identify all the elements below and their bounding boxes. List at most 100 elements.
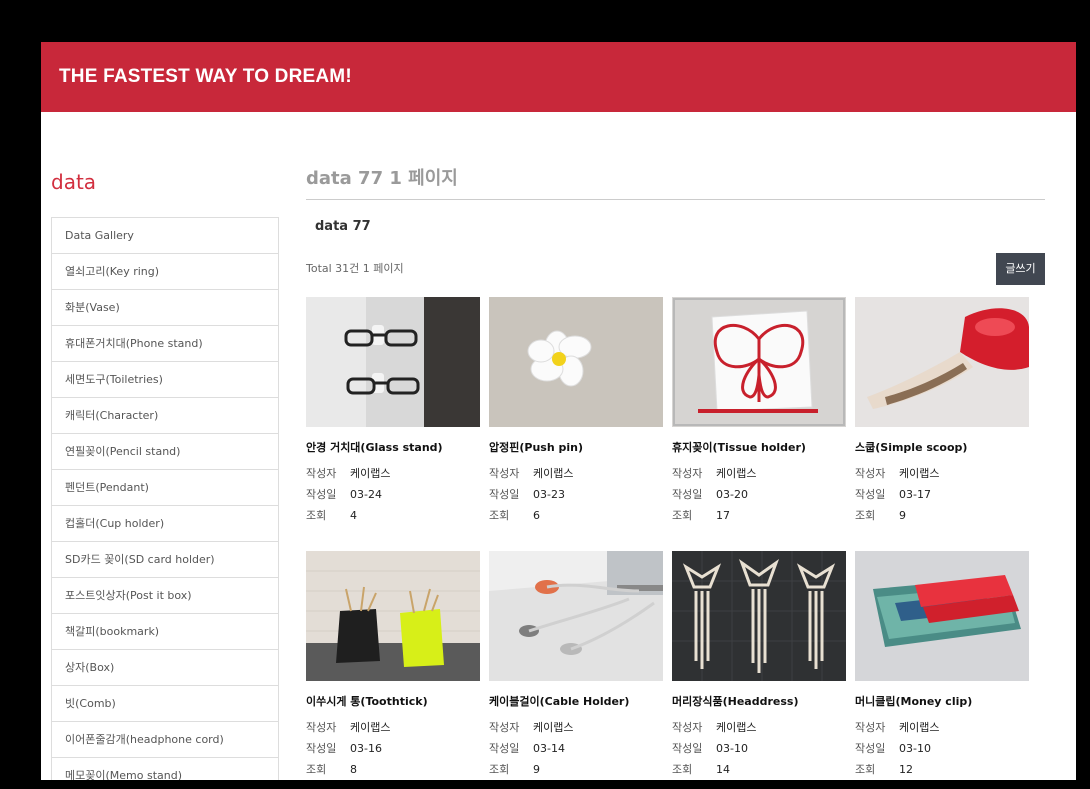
- views-row: 조회 12: [855, 761, 913, 777]
- sidebar-item-pendant[interactable]: 펜던트(Pendant): [52, 470, 278, 506]
- sidebar-item-phone-stand[interactable]: 휴대폰거치대(Phone stand): [52, 326, 278, 362]
- views-row: 조회 14: [672, 761, 730, 777]
- author-row: 작성자 케이랩스: [672, 719, 756, 735]
- views-label: 조회: [855, 763, 876, 776]
- views-row: 조회 8: [306, 761, 357, 777]
- views-label: 조회: [306, 509, 327, 522]
- heading-divider: [306, 199, 1045, 200]
- main-content: data 77 1 페이지 data 77 Total 31건 1 페이지 글쓰…: [306, 42, 1045, 780]
- sidebar-title: data: [51, 170, 97, 194]
- author-label: 작성자: [672, 721, 703, 734]
- date-label: 작성일: [672, 488, 703, 501]
- author-label: 작성자: [855, 467, 886, 480]
- sidebar-item-post-it-box[interactable]: 포스트잇상자(Post it box): [52, 578, 278, 614]
- screen-frame: THE FASTEST WAY TO DREAM! data Data Gall…: [8, 8, 1082, 780]
- sidebar-menu: Data Gallery 열쇠고리(Key ring) 화분(Vase) 휴대폰…: [51, 217, 279, 780]
- thumbnail-push-pin[interactable]: [489, 297, 663, 427]
- author-row: 작성자 케이랩스: [855, 465, 939, 481]
- sidebar-item-data-gallery[interactable]: Data Gallery: [52, 218, 278, 254]
- views-row: 조회 17: [672, 507, 730, 523]
- thumbnail-toothpick-holder[interactable]: [306, 551, 480, 681]
- date-row: 작성일 03-24: [306, 486, 382, 502]
- post-title[interactable]: 스쿱(Simple scoop): [855, 439, 1035, 455]
- sidebar-item-key-ring[interactable]: 열쇠고리(Key ring): [52, 254, 278, 290]
- author-row: 작성자 케이랩스: [672, 465, 756, 481]
- author-value[interactable]: 케이랩스: [533, 721, 573, 734]
- sidebar-item-sd-card-holder[interactable]: SD카드 꽂이(SD card holder): [52, 542, 278, 578]
- author-label: 작성자: [306, 721, 337, 734]
- thumbnail-cable-holder[interactable]: [489, 551, 663, 681]
- date-row: 작성일 03-17: [855, 486, 931, 502]
- author-label: 작성자: [489, 721, 520, 734]
- total-count: Total 31건 1 페이지: [306, 262, 404, 275]
- post-title[interactable]: 압정핀(Push pin): [489, 439, 669, 455]
- views-row: 조회 4: [306, 507, 357, 523]
- sidebar-item-toiletries[interactable]: 세면도구(Toiletries): [52, 362, 278, 398]
- date-value: 03-16: [350, 742, 382, 755]
- views-label: 조회: [672, 509, 693, 522]
- post-title[interactable]: 케이블걸이(Cable Holder): [489, 693, 669, 709]
- date-row: 작성일 03-10: [672, 740, 748, 756]
- write-button[interactable]: 글쓰기: [996, 253, 1045, 285]
- sidebar-item-box[interactable]: 상자(Box): [52, 650, 278, 686]
- thumbnail-tissue-holder[interactable]: [672, 297, 846, 427]
- views-label: 조회: [306, 763, 327, 776]
- page: THE FASTEST WAY TO DREAM! data Data Gall…: [41, 42, 1076, 780]
- author-row: 작성자 케이랩스: [306, 465, 390, 481]
- views-value: 9: [899, 509, 906, 522]
- views-value: 9: [533, 763, 540, 776]
- views-value: 14: [716, 763, 730, 776]
- date-value: 03-23: [533, 488, 565, 501]
- author-value[interactable]: 케이랩스: [350, 721, 390, 734]
- sidebar-item-cup-holder[interactable]: 컵홀더(Cup holder): [52, 506, 278, 542]
- views-value: 8: [350, 763, 357, 776]
- date-label: 작성일: [489, 488, 520, 501]
- post-title[interactable]: 머니클립(Money clip): [855, 693, 1035, 709]
- date-label: 작성일: [489, 742, 520, 755]
- views-label: 조회: [489, 509, 510, 522]
- sidebar-item-bookmark[interactable]: 책갈피(bookmark): [52, 614, 278, 650]
- author-label: 작성자: [306, 467, 337, 480]
- author-value[interactable]: 케이랩스: [716, 721, 756, 734]
- date-label: 작성일: [855, 488, 886, 501]
- date-value: 03-17: [899, 488, 931, 501]
- thumbnail-simple-scoop[interactable]: [855, 297, 1029, 427]
- thumbnail-glasses-stand[interactable]: [306, 297, 480, 427]
- post-title[interactable]: 이쑤시게 통(Toothtick): [306, 693, 486, 709]
- views-value: 12: [899, 763, 913, 776]
- sidebar-item-comb[interactable]: 빗(Comb): [52, 686, 278, 722]
- sidebar-item-vase[interactable]: 화분(Vase): [52, 290, 278, 326]
- thumbnail-money-clip[interactable]: [855, 551, 1029, 681]
- page-heading: data 77 1 페이지: [306, 168, 458, 189]
- date-value: 03-24: [350, 488, 382, 501]
- views-value: 6: [533, 509, 540, 522]
- author-value[interactable]: 케이랩스: [899, 467, 939, 480]
- post-title[interactable]: 휴지꽂이(Tissue holder): [672, 439, 852, 455]
- author-value[interactable]: 케이랩스: [533, 467, 573, 480]
- sidebar-item-pencil-stand[interactable]: 연필꽂이(Pencil stand): [52, 434, 278, 470]
- author-row: 작성자 케이랩스: [489, 465, 573, 481]
- date-value: 03-14: [533, 742, 565, 755]
- date-row: 작성일 03-20: [672, 486, 748, 502]
- views-label: 조회: [672, 763, 693, 776]
- post-title[interactable]: 머리장식품(Headdress): [672, 693, 852, 709]
- author-label: 작성자: [855, 721, 886, 734]
- sidebar-item-headphone-cord[interactable]: 이어폰줄감개(headphone cord): [52, 722, 278, 758]
- sidebar-item-character[interactable]: 캐릭터(Character): [52, 398, 278, 434]
- author-row: 작성자 케이랩스: [855, 719, 939, 735]
- views-row: 조회 9: [855, 507, 906, 523]
- date-label: 작성일: [306, 488, 337, 501]
- author-label: 작성자: [489, 467, 520, 480]
- post-title[interactable]: 안경 거치대(Glass stand): [306, 439, 486, 455]
- thumbnail-headdress[interactable]: [672, 551, 846, 681]
- views-label: 조회: [855, 509, 876, 522]
- author-value[interactable]: 케이랩스: [350, 467, 390, 480]
- author-value[interactable]: 케이랩스: [716, 467, 756, 480]
- date-row: 작성일 03-23: [489, 486, 565, 502]
- views-row: 조회 9: [489, 761, 540, 777]
- author-value[interactable]: 케이랩스: [899, 721, 939, 734]
- date-label: 작성일: [855, 742, 886, 755]
- date-label: 작성일: [672, 742, 703, 755]
- author-row: 작성자 케이랩스: [489, 719, 573, 735]
- sidebar-item-memo-stand[interactable]: 메모꽂이(Memo stand): [52, 758, 278, 780]
